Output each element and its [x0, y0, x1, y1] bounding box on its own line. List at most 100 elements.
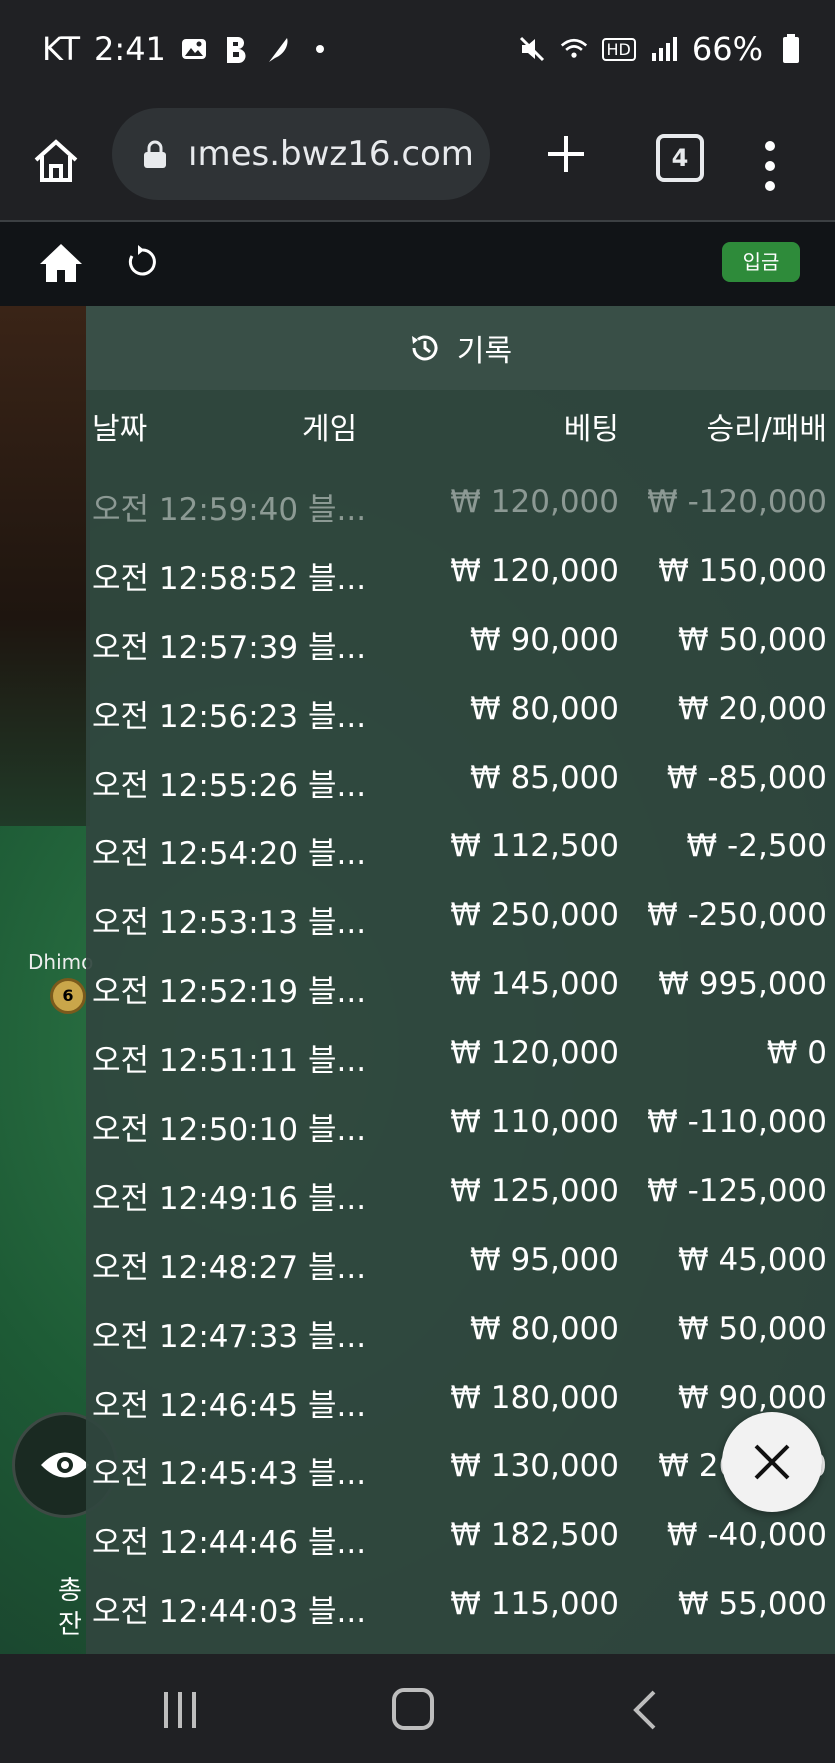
- history-row: 오전 12:56:23 블... ₩ 80,000 ₩ 20,000: [86, 675, 835, 744]
- row-bet: ₩ 120,000: [450, 1035, 619, 1072]
- row-game: 블...: [308, 1525, 367, 1562]
- row-result: ₩ 50,000: [678, 1310, 827, 1347]
- row-game: 블...: [308, 1112, 367, 1149]
- row-game: 블...: [308, 1594, 367, 1631]
- row-result: ₩ 45,000: [678, 1241, 827, 1278]
- history-row: 오전 12:52:19 블... ₩ 145,000 ₩ 995,000: [86, 950, 835, 1019]
- url-bar[interactable]: ımes.bwz16.com: [112, 108, 490, 200]
- row-game: 블...: [308, 1043, 367, 1080]
- balance-labels: 총 잔: [58, 1574, 82, 1642]
- total-label: 총: [58, 1576, 82, 1606]
- back-button[interactable]: [630, 1688, 660, 1732]
- row-result: ₩ -250,000: [647, 897, 827, 934]
- row-date: 오전 12:57:39: [92, 629, 299, 666]
- game-home-button[interactable]: [38, 242, 84, 284]
- history-row: 오전 12:57:39 블... ₩ 90,000 ₩ 50,000: [86, 606, 835, 675]
- game-refresh-button[interactable]: [124, 244, 160, 280]
- home-icon: [40, 244, 82, 282]
- carrier: KT: [42, 30, 81, 68]
- row-bet: ₩ 80,000: [470, 1310, 619, 1347]
- battery-percent: 66%: [691, 30, 763, 68]
- row-bet: ₩ 110,000: [450, 1104, 619, 1141]
- row-result: ₩ -110,000: [647, 1104, 827, 1141]
- column-game: 게임: [302, 412, 358, 447]
- history-row: 오전 12:59:40 블... ₩ 120,000 ₩ -120,000: [86, 468, 835, 537]
- lock-icon: [144, 140, 166, 168]
- row-result: ₩ 90,000: [678, 1379, 827, 1416]
- row-date: 오전 12:53:13: [92, 905, 299, 942]
- row-date: 오전 12:48:27: [92, 1249, 299, 1286]
- history-row: 오전 12:50:10 블... ₩ 110,000 ₩ -110,000: [86, 1088, 835, 1157]
- row-game: 블...: [308, 492, 367, 528]
- close-icon: [754, 1444, 790, 1480]
- row-game: 블...: [308, 1249, 367, 1286]
- row-result: ₩ -2,500: [686, 828, 827, 865]
- recent-apps-button[interactable]: [160, 1690, 200, 1730]
- history-row: 오전 12:58:52 블... ₩ 120,000 ₩ 150,000: [86, 537, 835, 606]
- history-row: 오전 12:53:13 블... ₩ 250,000 ₩ -250,000: [86, 881, 835, 950]
- row-date: 오전 12:49:16: [92, 1180, 299, 1217]
- row-date: 오전 12:46:45: [92, 1387, 299, 1424]
- row-bet: ₩ 250,000: [450, 897, 619, 934]
- row-result: ₩ 20,000: [678, 690, 827, 727]
- row-date: 오전 12:51:11: [92, 1043, 299, 1080]
- row-game: 블...: [308, 698, 367, 735]
- row-game: 블...: [308, 1318, 367, 1355]
- history-row: 오전 12:54:20 블... ₩ 112,500 ₩ -2,500: [86, 812, 835, 881]
- row-result: ₩ -125,000: [647, 1172, 827, 1209]
- system-home-button[interactable]: [392, 1688, 434, 1730]
- feather-icon: [264, 35, 292, 63]
- row-result: ₩ -85,000: [666, 759, 827, 796]
- row-bet: ₩ 85,000: [470, 759, 619, 796]
- tab-switcher-button[interactable]: 4: [656, 134, 704, 182]
- row-date: 오전 12:45:43: [92, 1456, 299, 1493]
- history-row: 오전 12:49:16 블... ₩ 125,000 ₩ -125,000: [86, 1157, 835, 1226]
- row-bet: ₩ 125,000: [450, 1172, 619, 1209]
- row-game: 블...: [308, 1180, 367, 1217]
- background-decor: [0, 306, 90, 826]
- row-date: 오전 12:44:03: [92, 1594, 299, 1631]
- history-row: 오전 12:48:27 블... ₩ 95,000 ₩ 45,000: [86, 1226, 835, 1295]
- row-game: 블...: [308, 1456, 367, 1493]
- new-tab-button[interactable]: [544, 132, 588, 176]
- column-date: 날짜: [92, 412, 148, 447]
- wifi-icon: [560, 35, 588, 63]
- row-bet: ₩ 95,000: [470, 1241, 619, 1278]
- back-icon: [633, 1690, 656, 1730]
- row-date: 오전 12:55:26: [92, 767, 299, 804]
- row-date: 오전 12:58:52: [92, 560, 299, 597]
- row-date: 오전 12:44:46: [92, 1525, 299, 1562]
- refresh-icon: [128, 245, 156, 276]
- row-date: 오전 12:47:33: [92, 1318, 299, 1355]
- row-result: ₩ 995,000: [658, 966, 827, 1003]
- row-date: 오전 12:54:20: [92, 836, 299, 873]
- history-row: 오전 12:55:26 블... ₩ 85,000 ₩ -85,000: [86, 744, 835, 813]
- row-result: ₩ 55,000: [678, 1586, 827, 1623]
- history-icon: [411, 335, 438, 361]
- clock-time: 2:41: [94, 30, 166, 68]
- row-result: ₩ 0: [766, 1035, 827, 1072]
- row-game: 블...: [308, 905, 367, 942]
- status-right: HD 66%: [518, 30, 805, 68]
- close-history-button[interactable]: [722, 1412, 822, 1512]
- history-row: 오전 12:44:46 블... ₩ 182,500 ₩ -40,000: [86, 1501, 835, 1570]
- more-vert-icon: [765, 141, 775, 191]
- plus-icon: [548, 136, 584, 172]
- row-game: 블...: [308, 767, 367, 804]
- deposit-button[interactable]: 입금: [722, 242, 800, 282]
- history-row: 오전 12:47:33 블... ₩ 80,000 ₩ 50,000: [86, 1295, 835, 1364]
- browser-home-button[interactable]: [30, 134, 82, 186]
- browser-menu-button[interactable]: [762, 136, 778, 196]
- row-result: ₩ -120,000: [647, 484, 827, 520]
- hd-badge: HD: [601, 37, 636, 61]
- row-bet: ₩ 180,000: [450, 1379, 619, 1416]
- row-bet: ₩ 80,000: [470, 690, 619, 727]
- row-game: 블...: [308, 836, 367, 873]
- row-result: ₩ -40,000: [666, 1517, 827, 1554]
- row-bet: ₩ 90,000: [470, 621, 619, 658]
- recent-apps-icon: [164, 1692, 196, 1728]
- row-result: ₩ 150,000: [658, 552, 827, 589]
- row-bet: ₩ 120,000: [450, 552, 619, 589]
- row-bet: ₩ 130,000: [450, 1448, 619, 1485]
- history-row: 오전 12:44:03 블... ₩ 115,000 ₩ 55,000: [86, 1570, 835, 1639]
